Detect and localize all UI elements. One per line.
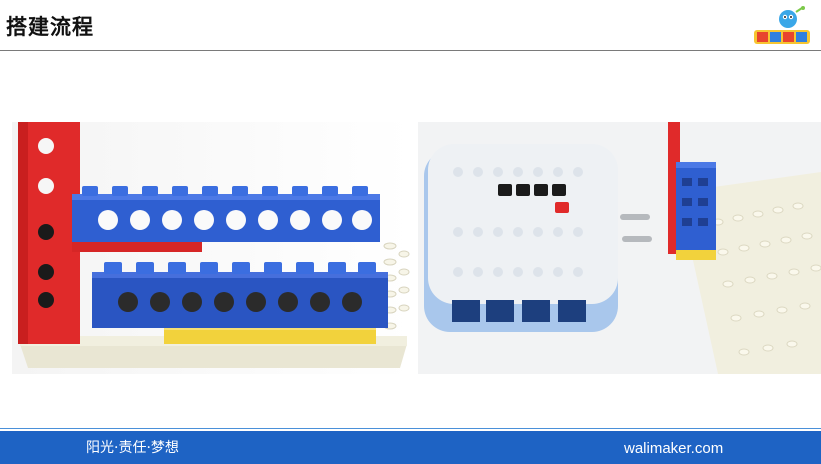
header-divider bbox=[0, 50, 821, 51]
slide-title: 搭建流程 bbox=[6, 15, 94, 39]
footer-website: walimaker.com bbox=[624, 440, 724, 457]
slide-header: 搭建流程 bbox=[0, 0, 821, 52]
controller-box-and-pins-photo bbox=[418, 122, 821, 374]
slide-footer: 阳光·责任·梦想 walimaker.com bbox=[0, 431, 821, 464]
footer-slogan: 阳光·责任·梦想 bbox=[86, 440, 179, 456]
wali-maker-robot-logo-icon bbox=[752, 6, 812, 48]
footer-top-line bbox=[0, 428, 821, 429]
lego-beam-assembly-photo bbox=[12, 122, 412, 374]
